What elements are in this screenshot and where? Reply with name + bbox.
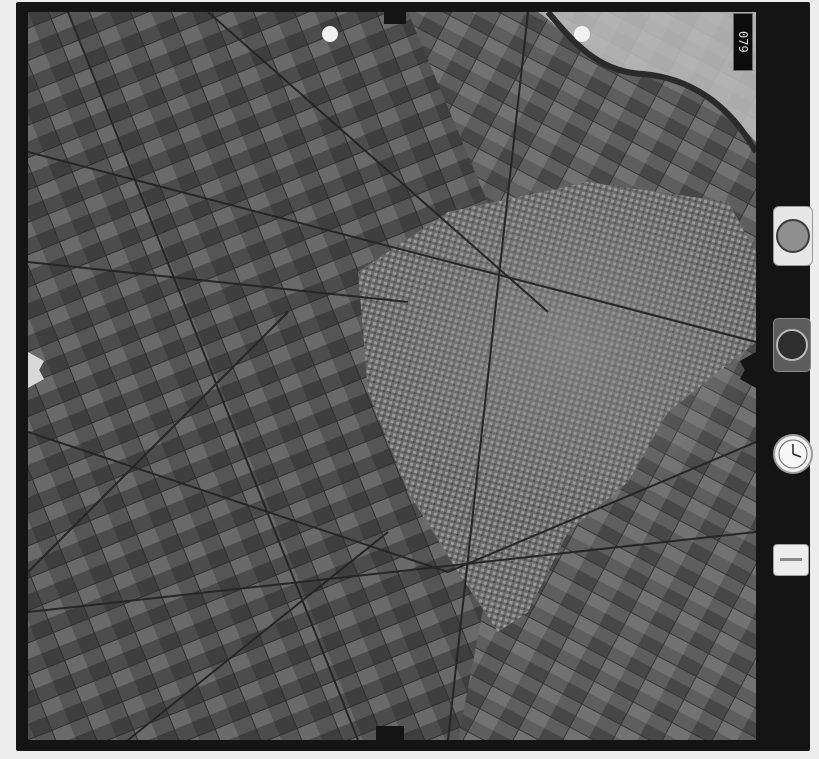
photo-print: 079 — [0, 0, 819, 759]
fiducial-mark-bottom — [376, 726, 404, 740]
counter-icon — [773, 544, 809, 576]
aerial-imagery — [28, 12, 756, 740]
fiducial-mark-top — [384, 10, 406, 24]
frame-number-label: 079 — [733, 13, 753, 71]
town-glow — [368, 172, 756, 512]
level-bubble-icon — [773, 318, 811, 372]
clock-icon — [773, 434, 813, 474]
reference-dot-left — [322, 26, 338, 42]
altimeter-icon — [773, 206, 813, 266]
aerial-photo — [28, 12, 756, 740]
reference-dot-right — [574, 26, 590, 42]
